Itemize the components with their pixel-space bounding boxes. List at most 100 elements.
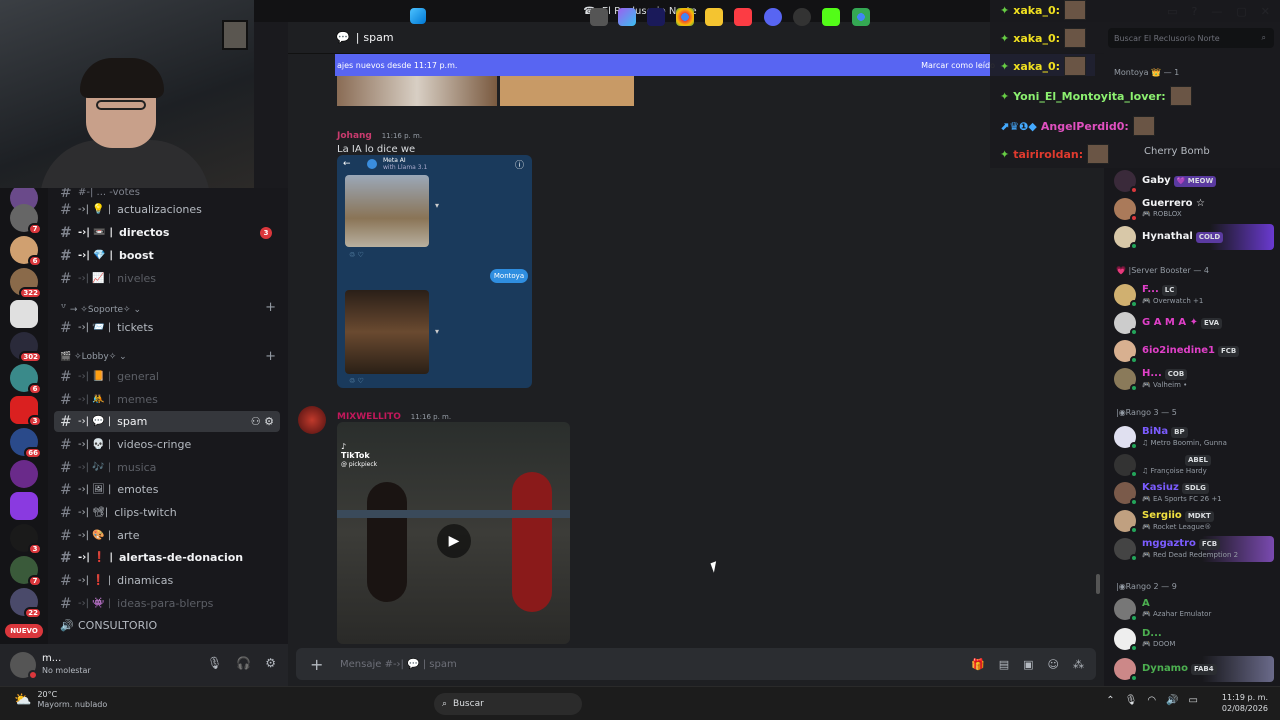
server-icon-2[interactable]: 6 xyxy=(10,236,42,267)
microphone-icon[interactable]: 🎙 xyxy=(207,656,222,670)
battery-icon[interactable]: ▭ xyxy=(1189,695,1198,706)
server-icon-5[interactable]: 302 xyxy=(10,332,42,363)
channel-item-boost[interactable]: # -›| 💎 | boost xyxy=(54,245,280,266)
channel-item-alertas-de-donacion[interactable]: # -›| ❗ | alertas-de-donacion xyxy=(54,547,280,568)
member-item[interactable]: Gaby 💜 MEOW xyxy=(1114,168,1274,194)
windows-start-icon[interactable] xyxy=(410,8,426,24)
chat-scrollbar[interactable] xyxy=(1096,574,1100,594)
message-input[interactable]: Mensaje #-›| 💬 | spam xyxy=(340,659,457,670)
member-item[interactable]: F... LC 🎮 Overwatch +1 xyxy=(1114,282,1274,308)
server-icon-9[interactable] xyxy=(10,460,38,488)
weather-widget[interactable]: ⛅ 20°C Mayorm. nublado xyxy=(14,690,107,710)
member-tag: LC xyxy=(1161,284,1178,296)
previous-image-2[interactable] xyxy=(500,76,634,106)
channel-settings-icons[interactable]: ⚇ ⚙ xyxy=(251,415,274,428)
channel-item-directos[interactable]: # -›| 📼 | directos 3 xyxy=(54,222,280,243)
server-icon-4[interactable] xyxy=(10,300,38,328)
channel-item-ideas-para-blerps[interactable]: # -›| 👾 | ideas-para-blerps xyxy=(54,593,280,614)
channel-item-memes[interactable]: # -›| 🤼 | memes xyxy=(54,389,280,410)
server-icon-7[interactable]: 3 xyxy=(10,396,42,427)
member-item[interactable]: 6io2inedine1 FCB xyxy=(1114,338,1274,364)
member-name: Dynamo xyxy=(1142,663,1188,674)
server-icon-11[interactable]: 3 xyxy=(10,524,42,555)
member-item[interactable]: Kasiuz SDLG 🎮 EA Sports FC 26 +1 xyxy=(1114,480,1274,506)
channel-item-niveles[interactable]: # -›| 📈 | niveles xyxy=(54,268,280,289)
member-cherry-bomb[interactable]: Cherry Bomb xyxy=(1144,146,1210,157)
member-item[interactable]: Hynathal COLD xyxy=(1114,224,1274,250)
volume-icon[interactable]: 🔊 xyxy=(1166,695,1178,706)
play-button[interactable]: ▶ xyxy=(437,524,471,558)
member-item[interactable]: Guerrero ☆ 🎮 ROBLOX xyxy=(1114,196,1274,222)
server-icon-1[interactable]: 7 xyxy=(10,204,42,235)
member-item[interactable]: G A M A ✦ EVA xyxy=(1114,310,1274,336)
attach-plus-icon[interactable]: + xyxy=(310,655,340,674)
channel-item-musica[interactable]: # -›| 🎶 | musica xyxy=(54,457,280,478)
channel-name: boost xyxy=(119,249,154,262)
message-composer[interactable]: + Mensaje #-›| 💬 | spam 🎁 ▤ ▣ ☺ ⁂ xyxy=(296,648,1096,680)
tiktok-video[interactable]: ♪ TikTok @ pickpieck ▶ xyxy=(337,422,570,644)
server-icon-8[interactable]: 66 xyxy=(10,428,42,459)
gif-icon[interactable]: ▤ xyxy=(999,658,1009,671)
server-icon-3[interactable]: 322 xyxy=(10,268,42,299)
channel-item-spam[interactable]: # -›| 💬 | spam ⚇ ⚙ xyxy=(54,411,280,432)
user-avatar[interactable] xyxy=(10,652,38,680)
taskbar-search[interactable]: ⌕ Buscar xyxy=(434,693,582,715)
member-item[interactable]: H... COB 🎮 Valheim • xyxy=(1114,366,1274,392)
new-messages-bar[interactable]: ajes nuevos desde 11:17 p.m. Marcar como… xyxy=(335,54,1095,76)
member-item[interactable]: ABEL ♫ Françoise Hardy xyxy=(1114,452,1274,478)
music-icon[interactable] xyxy=(734,8,752,26)
chrome-icon[interactable] xyxy=(676,8,694,26)
meta-ai-screenshot[interactable]: ← Meta AI with Llama 3.1 ⓘ ▾ ♲ ♡ Montoya… xyxy=(337,155,532,388)
server-icon-13[interactable]: 22 xyxy=(10,588,42,619)
add-channel-icon[interactable]: + xyxy=(265,349,276,364)
settings-gear-icon[interactable]: ⚙ xyxy=(265,656,276,670)
add-channel-icon[interactable]: + xyxy=(265,300,276,315)
channel-item-tickets[interactable]: # -›| 📨 | tickets xyxy=(54,317,280,338)
emoji-icon[interactable]: ☺ xyxy=(1048,658,1059,671)
member-item[interactable]: A 🎮 Azahar Emulator xyxy=(1114,596,1274,622)
copilot-icon[interactable] xyxy=(618,8,636,26)
server-icon-12[interactable]: 7 xyxy=(10,556,42,587)
discord-icon[interactable] xyxy=(764,8,782,26)
channel-item-emotes[interactable]: # -›| 🖼 | emotes xyxy=(54,479,280,500)
mark-as-read[interactable]: Marcar como leído xyxy=(921,61,995,70)
mixwellito-avatar[interactable] xyxy=(298,406,326,434)
server-icon-6[interactable]: 6 xyxy=(10,364,42,395)
server-search-input[interactable]: Buscar El Reclusorio Norte ⌕ xyxy=(1108,28,1274,48)
category-lobby[interactable]: 🎬 ✧Lobby✧ ⌄ xyxy=(60,352,127,362)
message-author[interactable]: MIXWELLITO xyxy=(337,412,401,422)
channel-item-actualizaciones[interactable]: # -›| 💡 | actualizaciones xyxy=(54,199,280,220)
previous-image-1[interactable] xyxy=(337,76,497,106)
server-icon-10[interactable] xyxy=(10,492,38,520)
member-item[interactable]: Sergiio MDKT 🎮 Rocket League® xyxy=(1114,508,1274,534)
premiere-icon[interactable] xyxy=(647,8,665,26)
channel-item-general[interactable]: # -›| 📙 | general xyxy=(54,366,280,387)
file-explorer-icon[interactable] xyxy=(705,8,723,26)
headphones-icon[interactable]: 🎧 xyxy=(236,656,251,670)
channel-item-dinamicas[interactable]: # -›| ❗ | dinamicas xyxy=(54,570,280,591)
member-item[interactable]: D... 🎮 DOOM xyxy=(1114,626,1274,652)
member-item[interactable]: BiNa BP ♫ Metro Boomin, Gunna xyxy=(1114,424,1274,450)
message-author[interactable]: Johang xyxy=(337,131,372,141)
new-badge[interactable]: NUEVO xyxy=(5,624,43,638)
apps-icon[interactable]: ⁂ xyxy=(1073,658,1084,671)
channel-item-arte[interactable]: # -›| 🎨 | arte xyxy=(54,525,280,546)
chevron-up-icon[interactable]: ⌃ xyxy=(1106,695,1114,706)
user-info[interactable]: m... No molestar xyxy=(42,653,91,677)
kick-icon[interactable] xyxy=(822,8,840,26)
member-item[interactable]: mggaztro FCB 🎮 Red Dead Redemption 2 xyxy=(1114,536,1274,562)
chrome-profile-icon[interactable] xyxy=(852,8,870,26)
gift-icon[interactable]: 🎁 xyxy=(971,658,985,671)
channel-item-clips-twitch[interactable]: # -›| 📽| clips-twitch xyxy=(54,502,280,523)
mic-tray-icon[interactable]: 🎙 xyxy=(1125,695,1138,706)
sticker-icon[interactable]: ▣ xyxy=(1023,658,1033,671)
member-name: Sergiio xyxy=(1142,509,1182,521)
task-view-icon[interactable] xyxy=(590,8,608,26)
wifi-icon[interactable]: ◠ xyxy=(1147,695,1156,706)
taskbar-clock[interactable]: 11:19 p. m. 02/08/2026 xyxy=(1222,692,1268,714)
voice-channel-consultorio[interactable]: 🔊 CONSULTORIO xyxy=(54,615,280,636)
channel-item-videos-cringe[interactable]: # -›| 💀 | videos-cringe xyxy=(54,434,280,455)
member-item[interactable]: Dynamo FAB4 xyxy=(1114,656,1274,682)
app-icon[interactable] xyxy=(793,8,811,26)
category-soporte[interactable]: ꒷ → ✧Soporte✧ ⌄ xyxy=(60,303,141,315)
